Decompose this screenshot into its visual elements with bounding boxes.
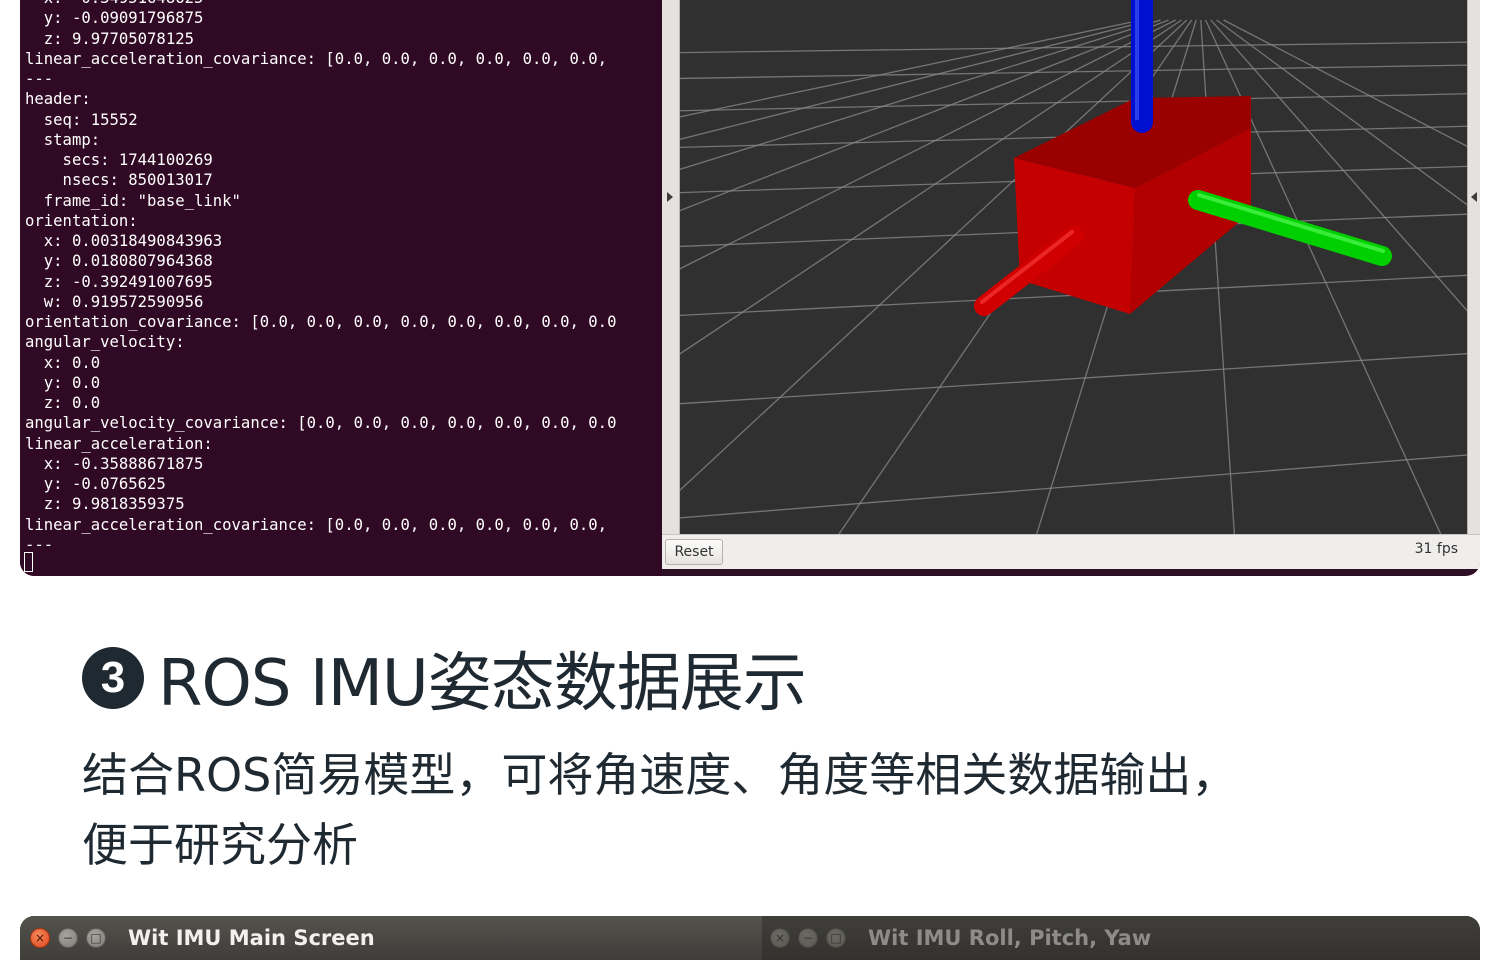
terminal-line: z: -0.392491007695 (25, 272, 213, 291)
terminal-line: x: -0.34951648625 (25, 0, 616, 8)
rviz-3d-viewport[interactable] (680, 0, 1467, 534)
close-icon[interactable]: × (30, 928, 50, 948)
fps-counter: 31 fps (1414, 541, 1458, 557)
main-screen-title: Wit IMU Main Screen (128, 926, 375, 950)
terminal-line: orientation: (25, 211, 138, 230)
roll-pitch-yaw-title: Wit IMU Roll, Pitch, Yaw (868, 926, 1152, 950)
terminal-line: header: (25, 90, 91, 109)
terminal-line: frame_id: "base_link" (25, 191, 241, 210)
terminal-line: orientation_covariance: [0.0, 0.0, 0.0, … (25, 313, 617, 331)
terminal-line: secs: 1744100269 (25, 151, 213, 169)
imu-topic-output: x: -0.34951648625 y: -0.09091796875 z: 9… (25, 0, 616, 555)
main-screen-titlebar[interactable]: × − □ Wit IMU Main Screen (20, 916, 762, 960)
terminal-line: seq: 15552 (25, 110, 138, 129)
terminal-line: z: 0.0 (25, 394, 101, 412)
terminal-line: nsecs: 850013017 (25, 171, 213, 190)
terminal-line: stamp: (25, 130, 101, 149)
terminal-line: linear_acceleration_covariance: [0.0, 0.… (25, 49, 608, 68)
section-description: 结合ROS简易模型，可将角速度、角度等相关数据输出， 便于研究分析 (82, 740, 1382, 880)
right-panel-toggle[interactable] (1467, 0, 1480, 534)
terminal-line: --- (25, 70, 54, 88)
terminal-line: linear_acceleration_covariance: [0.0, 0.… (25, 515, 608, 534)
terminal-cursor (24, 552, 33, 572)
maximize-icon[interactable]: □ (826, 928, 846, 948)
terminal-line: x: 0.0 (25, 353, 101, 372)
minimize-icon[interactable]: − (58, 928, 78, 948)
description-line-1: 结合ROS简易模型，可将角速度、角度等相关数据输出， (82, 748, 1238, 802)
rviz-window: Reset 31 fps (662, 0, 1480, 569)
ros-screenshot: x: -0.34951648625 y: -0.09091796875 z: 9… (20, 0, 1480, 576)
rviz-footer: Reset 31 fps (662, 534, 1480, 569)
expand-left-icon (1471, 192, 1477, 202)
section-heading: 3 ROS IMU姿态数据展示 (82, 638, 807, 721)
maximize-icon[interactable]: □ (86, 928, 106, 948)
close-icon[interactable]: × (770, 928, 790, 948)
terminal-line: linear_acceleration: (25, 434, 213, 453)
minimize-icon[interactable]: − (798, 928, 818, 948)
step-number-badge: 3 (82, 647, 144, 709)
description-line-2: 便于研究分析 (82, 818, 358, 872)
terminal-window[interactable]: x: -0.34951648625 y: -0.09091796875 z: 9… (20, 0, 662, 576)
terminal-line: y: -0.0765625 (25, 475, 166, 493)
terminal-line: --- (25, 535, 54, 554)
terminal-line: z: 9.9818359375 (25, 495, 185, 514)
terminal-line: angular_velocity_covariance: [0.0, 0.0, … (25, 414, 617, 433)
left-panel-toggle[interactable] (662, 0, 680, 534)
section-title: ROS IMU姿态数据展示 (158, 647, 807, 721)
terminal-line: x: 0.00318490843963 (25, 232, 223, 250)
terminal-line: z: 9.97705078125 (25, 29, 194, 48)
window-titlebars: × − □ Wit IMU Main Screen × − □ Wit IMU … (20, 916, 1480, 960)
reset-button[interactable]: Reset (665, 539, 723, 565)
terminal-line: y: 0.0180807964368 (25, 252, 213, 271)
terminal-line: y: -0.09091796875 (25, 9, 204, 28)
imu-3d-scene (680, 0, 1467, 534)
expand-right-icon (667, 192, 673, 202)
terminal-line: w: 0.919572590956 (25, 292, 204, 311)
terminal-line: angular_velocity: (25, 333, 185, 352)
terminal-line: x: -0.35888671875 (25, 454, 204, 473)
roll-pitch-yaw-titlebar[interactable]: × − □ Wit IMU Roll, Pitch, Yaw (762, 916, 1480, 960)
terminal-line: y: 0.0 (25, 373, 101, 392)
